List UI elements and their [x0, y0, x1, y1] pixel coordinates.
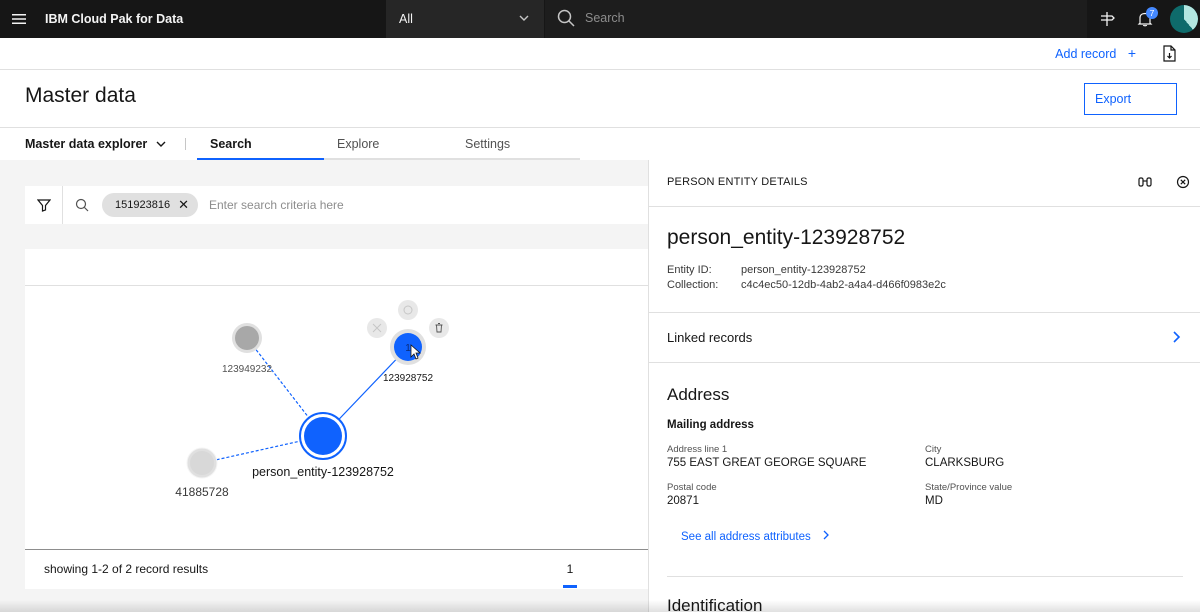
see-all-label: See all address attributes [681, 531, 811, 543]
entity-detail-panel: PERSON ENTITY DETAILS person_entity-1239… [648, 160, 1200, 612]
view-toggle-icon[interactable] [1138, 175, 1152, 194]
close-circle-icon[interactable] [1176, 175, 1190, 194]
trash-icon[interactable] [429, 318, 449, 338]
explorer-dropdown-label: Master data explorer [25, 137, 148, 151]
linked-records-row[interactable]: Linked records [649, 312, 1200, 363]
view-icon[interactable] [398, 300, 418, 320]
node-label: 41885728 [175, 485, 229, 499]
entity-id-label: Entity ID: [667, 264, 712, 276]
active-page-indicator [563, 585, 577, 588]
add-record-button[interactable]: Add record + [1055, 38, 1136, 70]
notification-count-badge: 7 [1146, 7, 1158, 19]
entity-graph-card: 1 123949232 123928752 41885728 person_en… [25, 249, 648, 549]
action-row: Add record + [0, 38, 1200, 70]
node-label: 123928752 [383, 373, 433, 384]
search-icon [75, 198, 89, 217]
search-icon [557, 9, 575, 32]
tab-explore[interactable]: Explore [324, 129, 452, 160]
shell-header: IBM Cloud Pak for Data All Search 7 [0, 0, 1200, 38]
center-node-label: person_entity-123928752 [252, 465, 394, 479]
detail-panel-header: PERSON ENTITY DETAILS [649, 160, 1200, 207]
linked-records-label: Linked records [667, 330, 753, 345]
chevron-right-icon [1171, 330, 1181, 349]
address-section-title: Address [667, 385, 730, 404]
explorer-dropdown[interactable]: Master data explorer [25, 129, 166, 159]
search-tag-label: 151923816 [115, 199, 171, 211]
see-all-address-link[interactable]: See all address attributes [681, 530, 830, 543]
city-field: City CLARKSBURG [925, 443, 1004, 471]
node-label: 123949232 [222, 364, 272, 375]
detail-panel-title: PERSON ENTITY DETAILS [667, 176, 808, 188]
node-badge: 1 [405, 343, 411, 354]
field-value: CLARKSBURG [925, 457, 1005, 469]
field-label: Address line 1 [667, 444, 728, 455]
tab-divider [185, 138, 186, 150]
record-node-123949232[interactable] [235, 326, 259, 350]
tab-settings[interactable]: Settings [452, 129, 580, 160]
mailing-address-title: Mailing address [667, 419, 754, 431]
add-record-label: Add record [1055, 47, 1117, 61]
entity-id-row: Entity ID: person_entity-123928752 [667, 264, 866, 276]
document-export-icon[interactable] [1162, 45, 1178, 68]
page-title: Master data [25, 84, 136, 107]
global-search-input[interactable]: Search [585, 0, 625, 36]
menu-icon[interactable] [0, 0, 38, 38]
page-header: Master data Export [0, 71, 1200, 128]
field-value: 755 EAST GREAT GEORGE SQUARE [667, 457, 867, 469]
add-icon: + [1127, 45, 1136, 61]
entity-graph[interactable]: 1 123949232 123928752 41885728 person_en… [25, 249, 648, 549]
global-search[interactable]: Search [545, 0, 1087, 38]
center-entity-node[interactable] [304, 417, 342, 455]
close-icon[interactable]: ✕ [178, 193, 189, 217]
filter-icon[interactable] [25, 186, 63, 224]
identification-section-title: Identification [667, 596, 763, 612]
search-criteria-tag[interactable]: 151923816 ✕ [102, 193, 199, 217]
state-field: State/Province value MD [925, 481, 1012, 509]
notification-icon[interactable] [1126, 0, 1164, 38]
export-button[interactable]: Export [1084, 83, 1177, 115]
search-results-pane: 151923816 ✕ Enter search criteria here 1… [0, 160, 648, 612]
tab-bar: Master data explorer Search Explore Sett… [0, 129, 1200, 160]
search-criteria-input[interactable]: Enter search criteria here [209, 194, 344, 216]
results-footer: showing 1-2 of 2 record results 1 [25, 549, 648, 589]
results-summary: showing 1-2 of 2 record results [44, 562, 209, 576]
field-label: City [925, 444, 942, 455]
brand-name[interactable]: IBM Cloud Pak for Data [45, 0, 183, 38]
tab-search[interactable]: Search [197, 129, 324, 160]
search-bar: 151923816 ✕ Enter search criteria here [25, 186, 648, 224]
field-value: MD [925, 495, 943, 507]
field-label: Postal code [667, 482, 717, 493]
record-node-41885728-fill [190, 451, 214, 475]
entity-name: person_entity-123928752 [667, 226, 906, 249]
scope-dropdown[interactable]: All [386, 0, 544, 38]
user-avatar[interactable] [1170, 5, 1198, 33]
collection-row: Collection: c4c4ec50-12db-4ab2-a4a4-d466f… [667, 279, 946, 291]
entity-id-value: person_entity-123928752 [741, 264, 866, 276]
chevron-right-icon [822, 530, 830, 543]
field-label: State/Province value [925, 482, 1013, 493]
pin-icon[interactable] [1088, 0, 1126, 38]
field-value: 20871 [667, 495, 699, 507]
collection-value: c4c4ec50-12db-4ab2-a4a4-d466f0983e2c [741, 279, 946, 291]
address-line1-field: Address line 1 755 EAST GREAT GEORGE SQU… [667, 443, 866, 471]
collection-label: Collection: [667, 279, 719, 291]
pagination-page[interactable]: 1 [563, 550, 577, 588]
scope-selected-value: All [399, 12, 413, 26]
section-divider [667, 576, 1183, 577]
postal-code-field: Postal code 20871 [667, 481, 717, 509]
